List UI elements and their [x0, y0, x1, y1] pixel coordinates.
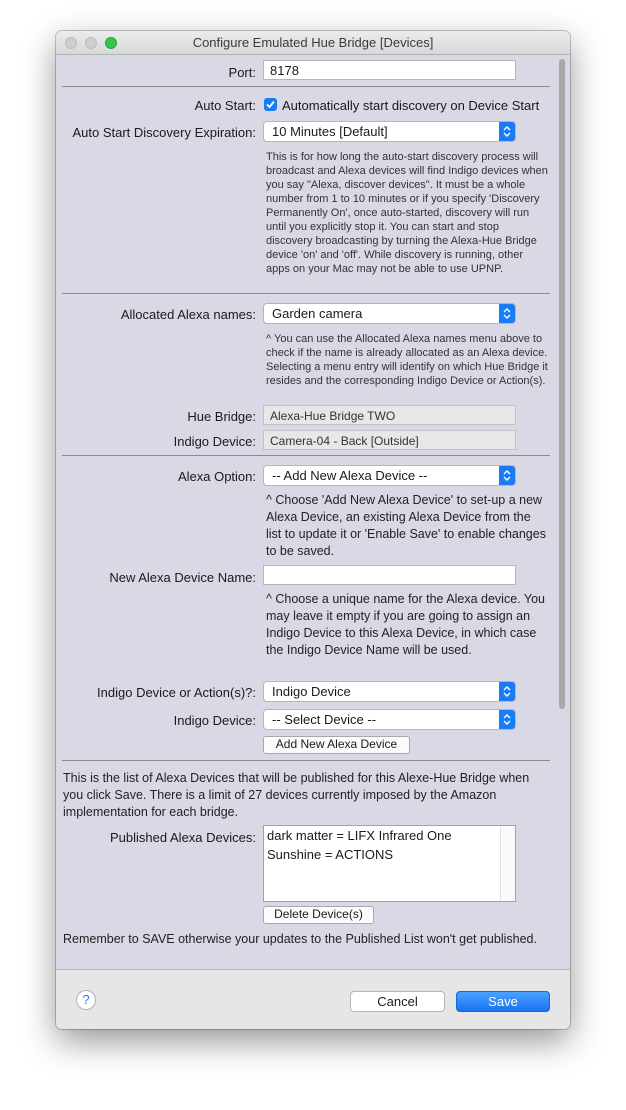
allocated-names-label: Allocated Alexa names:: [120, 307, 256, 322]
device-or-action-selected: Indigo Device: [272, 684, 351, 699]
save-reminder: Remember to SAVE otherwise your updates …: [63, 932, 537, 946]
indigo-device-popup[interactable]: -- Select Device --: [263, 709, 516, 730]
auto-start-text: Automatically start discovery on Device …: [282, 98, 540, 113]
allocated-indigo-device-field: Camera-04 - Back [Outside]: [263, 430, 516, 450]
checkmark-icon: [266, 100, 275, 109]
port-label: Port:: [228, 65, 256, 80]
device-or-action-label: Indigo Device or Action(s)?:: [97, 685, 256, 700]
expiration-popup[interactable]: 10 Minutes [Default]: [263, 121, 516, 142]
add-new-alexa-device-button[interactable]: Add New Alexa Device: [263, 736, 410, 754]
window-title: Configure Emulated Hue Bridge [Devices]: [192, 35, 434, 50]
scrollbar-thumb[interactable]: [559, 59, 565, 709]
hue-bridge-label: Hue Bridge:: [187, 409, 256, 424]
list-scrollbar[interactable]: [500, 826, 515, 901]
separator: [62, 86, 550, 87]
help-button[interactable]: ?: [76, 990, 96, 1010]
popup-arrows-icon: [499, 122, 515, 141]
list-item[interactable]: dark matter = LIFX Infrared One: [264, 826, 515, 845]
alexa-option-label: Alexa Option:: [177, 469, 256, 484]
allocated-names-help: ^ You can use the Allocated Alexa names …: [266, 333, 548, 387]
alexa-option-help: ^ Choose 'Add New Alexa Device' to set-u…: [266, 493, 546, 558]
expiration-label: Auto Start Discovery Expiration:: [72, 125, 256, 140]
delete-devices-button[interactable]: Delete Device(s): [263, 906, 374, 924]
auto-start-label: Auto Start:: [194, 98, 256, 113]
popup-arrows-icon: [499, 304, 515, 323]
device-or-action-popup[interactable]: Indigo Device: [263, 681, 516, 702]
alexa-option-popup[interactable]: -- Add New Alexa Device --: [263, 465, 516, 486]
cancel-button[interactable]: Cancel: [350, 991, 445, 1012]
save-button[interactable]: Save: [456, 991, 550, 1012]
indigo-device-selected: -- Select Device --: [272, 712, 377, 727]
hue-bridge-field: Alexa-Hue Bridge TWO: [263, 405, 516, 425]
allocated-indigo-device-label: Indigo Device:: [173, 434, 256, 449]
new-name-input[interactable]: [263, 565, 516, 585]
title-bar: Configure Emulated Hue Bridge [Devices]: [56, 31, 570, 55]
dialog-window: Configure Emulated Hue Bridge [Devices] …: [56, 31, 570, 1029]
panel-scrollbar[interactable]: [556, 55, 568, 969]
auto-start-checkbox[interactable]: [264, 98, 277, 111]
separator: [62, 455, 550, 456]
separator: [62, 760, 550, 761]
new-name-help: ^ Choose a unique name for the Alexa dev…: [266, 592, 545, 657]
dialog-footer: ? Cancel Save: [56, 969, 570, 1029]
published-devices-label: Published Alexa Devices:: [110, 830, 256, 845]
separator: [62, 293, 550, 294]
indigo-device-label: Indigo Device:: [173, 713, 256, 728]
port-input[interactable]: 8178: [263, 60, 516, 80]
config-panel: Port: 8178 Auto Start: Automatically sta…: [56, 55, 570, 969]
published-intro: This is the list of Alexa Devices that w…: [63, 771, 530, 819]
new-name-label: New Alexa Device Name:: [109, 570, 256, 585]
popup-arrows-icon: [499, 682, 515, 701]
expiration-help: This is for how long the auto-start disc…: [266, 151, 548, 275]
popup-arrows-icon: [499, 466, 515, 485]
alexa-option-selected: -- Add New Alexa Device --: [272, 468, 428, 483]
popup-arrows-icon: [499, 710, 515, 729]
list-item[interactable]: Sunshine = ACTIONS: [264, 845, 515, 864]
published-devices-list[interactable]: dark matter = LIFX Infrared One Sunshine…: [263, 825, 516, 902]
expiration-selected: 10 Minutes [Default]: [272, 124, 388, 139]
allocated-names-selected: Garden camera: [272, 306, 363, 321]
allocated-names-popup[interactable]: Garden camera: [263, 303, 516, 324]
